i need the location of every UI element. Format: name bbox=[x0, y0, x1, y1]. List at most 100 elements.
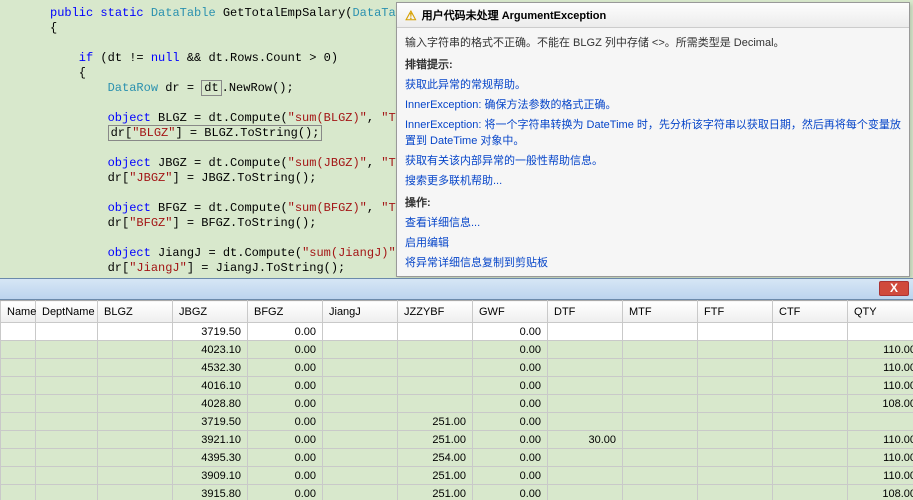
col-header-ftf[interactable]: FTF bbox=[698, 301, 773, 323]
code-text bbox=[50, 126, 108, 140]
cell: 0.00 bbox=[248, 413, 323, 431]
str: "BFGZ" bbox=[129, 216, 172, 230]
code-text: .NewRow(); bbox=[222, 81, 294, 95]
table-row[interactable]: 4023.100.000.00110.00 bbox=[1, 341, 913, 359]
cell bbox=[36, 431, 98, 449]
cell bbox=[323, 413, 398, 431]
help-link-inner1[interactable]: InnerException: 确保方法参数的格式正确。 bbox=[405, 94, 901, 114]
cell bbox=[323, 323, 398, 341]
cell bbox=[773, 377, 848, 395]
cell: 4028.80 bbox=[173, 395, 248, 413]
cell bbox=[773, 413, 848, 431]
table-row[interactable]: 4016.100.000.00110.00 bbox=[1, 377, 913, 395]
cell bbox=[1, 449, 36, 467]
code-text bbox=[50, 81, 108, 95]
col-header-bfgz[interactable]: BFGZ bbox=[248, 301, 323, 323]
action-edit[interactable]: 启用编辑 bbox=[405, 232, 901, 252]
action-section-label: 操作: bbox=[405, 190, 901, 212]
kw-object: object bbox=[50, 246, 151, 260]
col-header-dtf[interactable]: DTF bbox=[548, 301, 623, 323]
code-text: dr[ bbox=[50, 216, 129, 230]
cell: 254.00 bbox=[398, 449, 473, 467]
cell: 0.00 bbox=[473, 449, 548, 467]
kw-object: object bbox=[50, 111, 151, 125]
col-header-ctf[interactable]: CTF bbox=[773, 301, 848, 323]
help-link-search[interactable]: 搜索更多联机帮助... bbox=[405, 170, 901, 190]
cell bbox=[773, 449, 848, 467]
col-header-deptname[interactable]: DeptName bbox=[36, 301, 98, 323]
cell bbox=[1, 395, 36, 413]
code-text: dr = bbox=[158, 81, 201, 95]
col-header-qty[interactable]: QTY bbox=[848, 301, 913, 323]
code-text: ] = BLGZ.ToString(); bbox=[175, 126, 319, 140]
cell: 110.00 bbox=[848, 359, 913, 377]
table-row[interactable]: 4028.800.000.00108.00 bbox=[1, 395, 913, 413]
cell bbox=[98, 467, 173, 485]
cell bbox=[773, 341, 848, 359]
cell bbox=[773, 431, 848, 449]
cell bbox=[548, 485, 623, 500]
table-row[interactable]: 3719.500.000.00 bbox=[1, 323, 913, 341]
cell bbox=[698, 413, 773, 431]
cell bbox=[773, 359, 848, 377]
cell bbox=[323, 449, 398, 467]
code-text: , bbox=[367, 201, 381, 215]
cell bbox=[848, 323, 913, 341]
cell bbox=[36, 467, 98, 485]
help-link-general[interactable]: 获取此异常的常规帮助。 bbox=[405, 74, 901, 94]
col-header-blgz[interactable]: BLGZ bbox=[98, 301, 173, 323]
col-header-jzzybf[interactable]: JZZYBF bbox=[398, 301, 473, 323]
kw-static: static bbox=[100, 6, 143, 20]
str: "sum(JiangJ)" bbox=[302, 246, 396, 260]
exception-tooltip: ⚠ 用户代码未处理 ArgumentException 输入字符串的格式不正确。… bbox=[396, 2, 910, 277]
window-titlebar[interactable]: X bbox=[0, 278, 913, 300]
cell bbox=[548, 377, 623, 395]
cell bbox=[698, 449, 773, 467]
table-row[interactable]: 4532.300.000.00110.00 bbox=[1, 359, 913, 377]
table-row[interactable]: 3909.100.00251.000.00110.00 bbox=[1, 467, 913, 485]
cell: 0.00 bbox=[473, 323, 548, 341]
cell: 251.00 bbox=[398, 485, 473, 500]
cell bbox=[623, 359, 698, 377]
cell bbox=[623, 395, 698, 413]
action-copy[interactable]: 将异常详细信息复制到剪贴板 bbox=[405, 252, 901, 272]
cell bbox=[98, 413, 173, 431]
cell bbox=[698, 395, 773, 413]
cell bbox=[623, 377, 698, 395]
col-header-gwf[interactable]: GWF bbox=[473, 301, 548, 323]
table-row[interactable]: 4395.300.00254.000.00110.00 bbox=[1, 449, 913, 467]
cell bbox=[773, 467, 848, 485]
close-button[interactable]: X bbox=[879, 281, 909, 296]
cell: 0.00 bbox=[473, 341, 548, 359]
cell bbox=[623, 431, 698, 449]
table-row[interactable]: 3719.500.00251.000.00 bbox=[1, 413, 913, 431]
cell: 110.00 bbox=[848, 467, 913, 485]
cell bbox=[623, 449, 698, 467]
cell bbox=[36, 341, 98, 359]
cell: 3921.10 bbox=[173, 431, 248, 449]
cell: 251.00 bbox=[398, 431, 473, 449]
cell: 110.00 bbox=[848, 449, 913, 467]
kw-object: object bbox=[50, 156, 151, 170]
col-header-mtf[interactable]: MTF bbox=[623, 301, 698, 323]
str: "JBGZ" bbox=[129, 171, 172, 185]
code-text: JBGZ = dt.Compute( bbox=[151, 156, 288, 170]
cell: 3915.80 bbox=[173, 485, 248, 500]
help-link-inner-general[interactable]: 获取有关该内部异常的一般性帮助信息。 bbox=[405, 150, 901, 170]
table-row[interactable]: 3915.800.00251.000.00108.00 bbox=[1, 485, 913, 500]
data-grid[interactable]: NameDeptNameBLGZJBGZBFGZJiangJJZZYBFGWFD… bbox=[0, 300, 913, 500]
col-header-jbgz[interactable]: JBGZ bbox=[173, 301, 248, 323]
cell bbox=[98, 341, 173, 359]
table-row[interactable]: 3921.100.00251.000.0030.00110.00 bbox=[1, 431, 913, 449]
cell bbox=[398, 395, 473, 413]
cell bbox=[1, 431, 36, 449]
kw-if: if bbox=[50, 51, 93, 65]
col-header-jiangj[interactable]: JiangJ bbox=[323, 301, 398, 323]
col-header-name[interactable]: Name bbox=[1, 301, 36, 323]
cell bbox=[98, 449, 173, 467]
cell bbox=[698, 431, 773, 449]
action-details[interactable]: 查看详细信息... bbox=[405, 212, 901, 232]
cell: 0.00 bbox=[248, 485, 323, 500]
cell: 3719.50 bbox=[173, 413, 248, 431]
help-link-inner2[interactable]: InnerException: 将一个字符串转换为 DateTime 时，先分析… bbox=[405, 114, 901, 150]
